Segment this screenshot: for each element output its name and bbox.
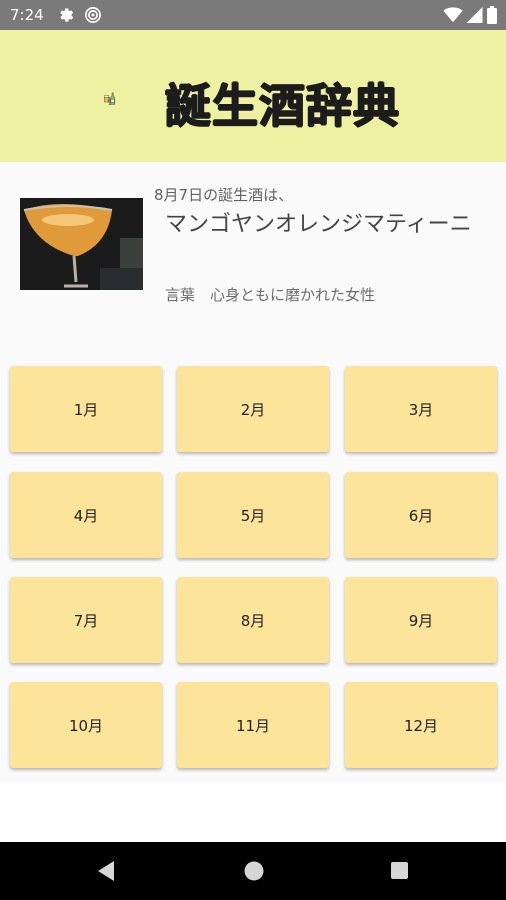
month-button-8[interactable]: 8月 [177,577,329,663]
logo-drinks-icon [104,92,115,105]
month-button-4[interactable]: 4月 [10,472,162,558]
month-button-10[interactable]: 10月 [10,682,162,768]
target-icon [85,7,101,23]
month-button-1[interactable]: 1月 [10,366,162,452]
app-title: 誕生酒辞典 [165,79,400,133]
status-bar: 7:24 [0,0,506,30]
cell-signal-icon [466,7,483,23]
month-button-6[interactable]: 6月 [345,472,497,558]
drink-name[interactable]: マンゴヤンオレンジマティーニ [165,208,495,241]
back-icon[interactable] [96,860,116,882]
month-button-11[interactable]: 11月 [177,682,329,768]
drink-word: 言葉 心身ともに磨かれた女性 [165,286,376,304]
month-button-7[interactable]: 7月 [10,577,162,663]
drink-thumbnail[interactable] [20,198,143,290]
month-button-5[interactable]: 5月 [177,472,329,558]
battery-icon [487,6,497,24]
month-button-12[interactable]: 12月 [345,682,497,768]
recent-apps-icon[interactable] [390,861,409,880]
home-icon[interactable] [243,860,265,882]
today-label: 8月7日の誕生酒は、 [154,186,294,204]
gear-icon [60,8,74,22]
wifi-icon [443,7,463,23]
status-time: 7:24 [10,6,44,24]
month-button-9[interactable]: 9月 [345,577,497,663]
month-button-2[interactable]: 2月 [177,366,329,452]
month-button-3[interactable]: 3月 [345,366,497,452]
